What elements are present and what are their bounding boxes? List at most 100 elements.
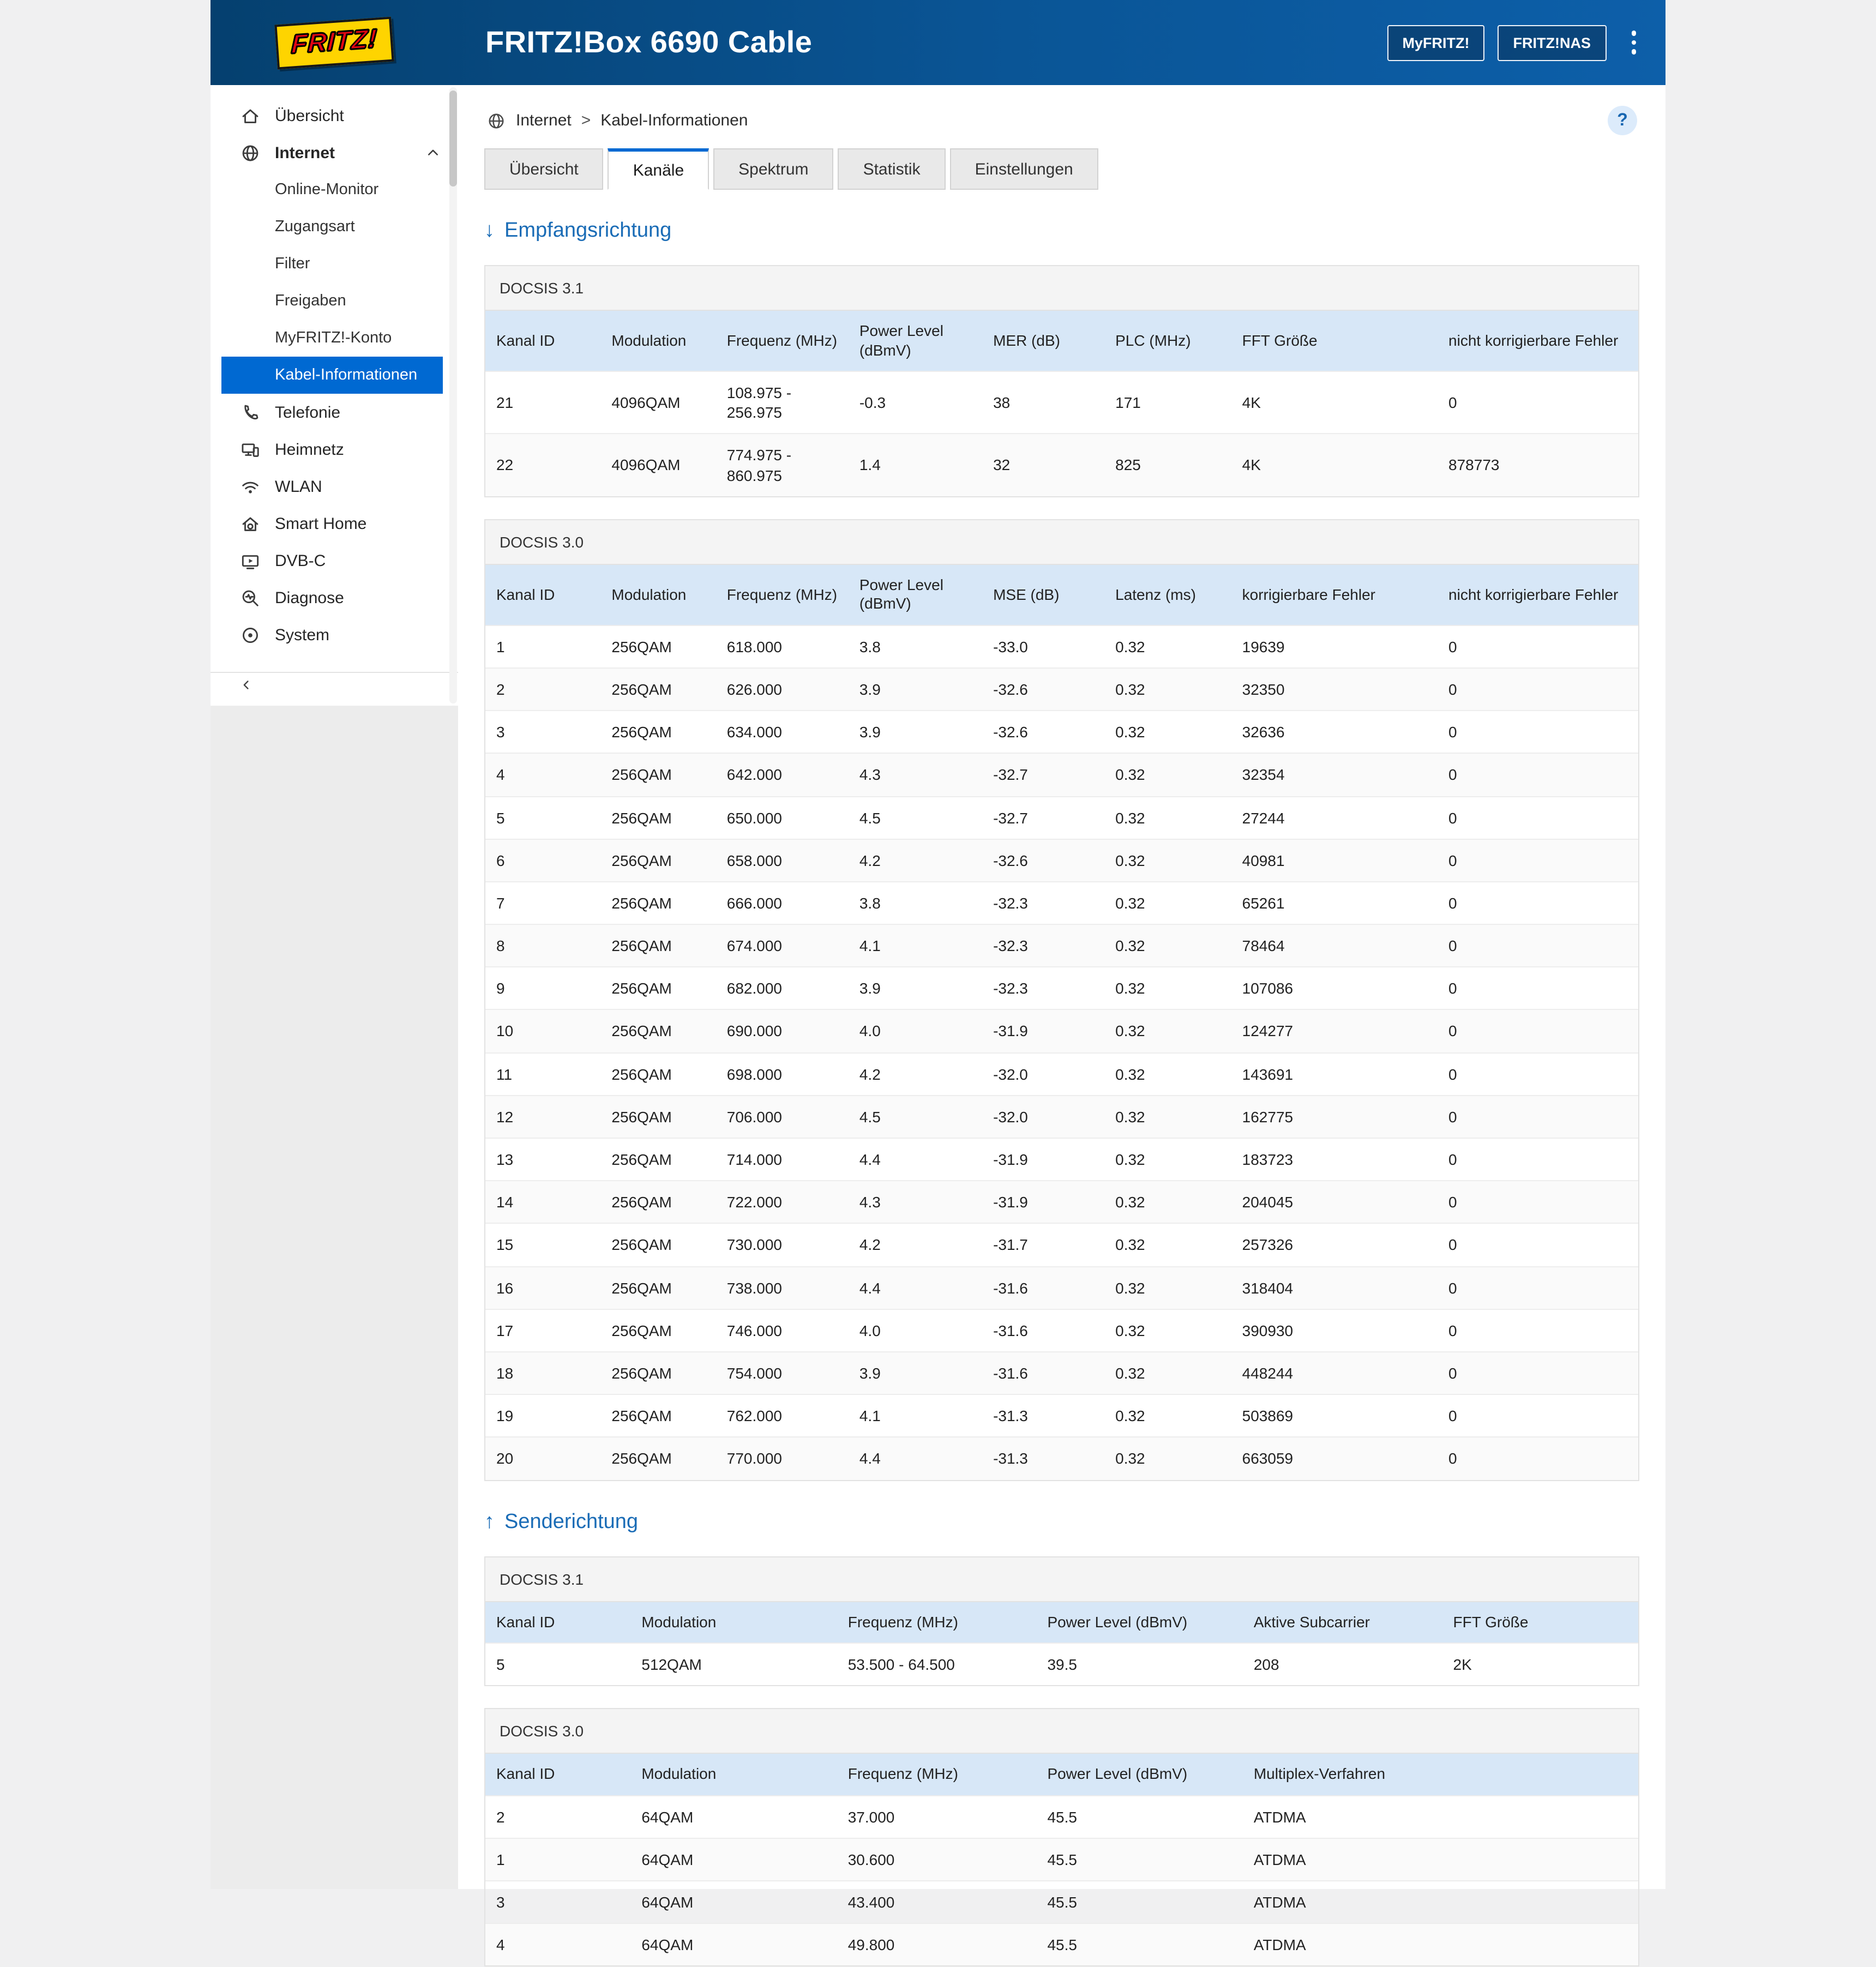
table-cell: 878773 — [1438, 434, 1638, 496]
breadcrumb-internet[interactable]: Internet — [516, 111, 572, 130]
upstream-docsis30-table: Kanal IDModulationFrequenz (MHz)Power Le… — [485, 1754, 1638, 1966]
table-cell: 64QAM — [630, 1838, 837, 1881]
tab-bar: Übersicht Kanäle Spektrum Statistik Eins… — [484, 148, 1639, 190]
table-cell: 3.9 — [849, 668, 982, 711]
sidebar-item-kabel-informationen[interactable]: Kabel-Informationen — [221, 357, 443, 394]
table-cell: 18 — [485, 1352, 600, 1394]
table-cell: 4 — [485, 754, 600, 796]
sidebar-item-heimnetz[interactable]: Heimnetz — [211, 431, 458, 468]
table-cell: 19 — [485, 1394, 600, 1437]
table-cell: 21 — [485, 371, 600, 434]
sidebar-item-diagnose[interactable]: Diagnose — [211, 579, 458, 616]
sidebar-item-zugangsart[interactable]: Zugangsart — [211, 208, 458, 245]
myfritz-button[interactable]: MyFRITZ! — [1387, 25, 1485, 61]
table-cell: 0.32 — [1104, 1138, 1231, 1181]
sidebar-item-internet[interactable]: Internet — [211, 134, 458, 171]
table-cell: ATDMA — [1243, 1838, 1638, 1881]
downstream-docsis30-table: Kanal IDModulationFrequenz (MHz)Power Le… — [485, 565, 1638, 1480]
table-cell: 45.5 — [1036, 1881, 1242, 1923]
table-cell: 256QAM — [600, 882, 715, 924]
sidebar-item-smart-home[interactable]: Smart Home — [211, 505, 458, 542]
column-header: korrigierbare Fehler — [1231, 565, 1438, 625]
page: FRITZ! FRITZ!Box 6690 Cable MyFRITZ! FRI… — [0, 0, 1876, 1888]
column-header-row: Kanal IDModulationFrequenz (MHz)Power Le… — [485, 1602, 1638, 1643]
table-cell: 2K — [1442, 1643, 1638, 1685]
fritz-logo-text: FRITZ! — [291, 23, 378, 60]
table-row: 18256QAM754.0003.9-31.60.324482440 — [485, 1352, 1638, 1394]
table-cell: 143691 — [1231, 1052, 1438, 1095]
table-cell: 3.8 — [849, 625, 982, 668]
sidebar-item-telefonie[interactable]: Telefonie — [211, 394, 458, 431]
table-cell: -32.6 — [982, 711, 1104, 753]
help-button[interactable]: ? — [1608, 106, 1637, 135]
sidebar-item-filter[interactable]: Filter — [211, 245, 458, 282]
sidebar-item-dvb-c[interactable]: DVB-C — [211, 542, 458, 579]
table-row: 6256QAM658.0004.2-32.60.32409810 — [485, 839, 1638, 881]
fritznas-button[interactable]: FRITZ!NAS — [1498, 25, 1607, 61]
table-cell: 45.5 — [1036, 1838, 1242, 1881]
sidebar-collapse-icon[interactable] — [211, 673, 458, 697]
table-cell: 183723 — [1231, 1138, 1438, 1181]
table-row: 3256QAM634.0003.9-32.60.32326360 — [485, 711, 1638, 753]
column-header: Multiplex-Verfahren — [1243, 1754, 1638, 1795]
table-cell: 4 — [485, 1924, 630, 1966]
table-cell: 256QAM — [600, 1096, 715, 1138]
column-header: nicht korrigierbare Fehler — [1438, 565, 1638, 625]
table-cell: 256QAM — [600, 967, 715, 1010]
table-cell: 0.32 — [1104, 625, 1231, 668]
downstream-heading-label: Empfangsrichtung — [504, 219, 671, 243]
table-cell: 0 — [1438, 371, 1638, 434]
table-cell: 257326 — [1231, 1224, 1438, 1266]
table-row: 5256QAM650.0004.5-32.70.32272440 — [485, 796, 1638, 839]
fritz-logo[interactable]: FRITZ! — [274, 16, 394, 69]
sidebar-item-freigaben[interactable]: Freigaben — [211, 282, 458, 320]
table-cell: 663059 — [1231, 1437, 1438, 1479]
table-cell: 674.000 — [716, 924, 849, 967]
sidebar-scrollbar[interactable] — [449, 87, 457, 703]
table-cell: 503869 — [1231, 1394, 1438, 1437]
tab-statistik[interactable]: Statistik — [838, 148, 946, 190]
sidebar-item-online-monitor[interactable]: Online-Monitor — [211, 171, 458, 208]
table-cell: 4.5 — [849, 1096, 982, 1138]
table-cell: 4.5 — [849, 796, 982, 839]
sidebar-scrollbar-thumb[interactable] — [449, 91, 457, 187]
breadcrumb: Internet > Kabel-Informationen ? — [484, 99, 1639, 137]
tab-einstellungen[interactable]: Einstellungen — [950, 148, 1098, 190]
sidebar-item-system[interactable]: System — [211, 616, 458, 653]
table-cell: 4.1 — [849, 924, 982, 967]
table-cell: 4.2 — [849, 839, 982, 881]
column-header: MER (dB) — [982, 311, 1104, 371]
table-cell: 0 — [1438, 1224, 1638, 1266]
home-icon — [239, 105, 261, 127]
arrow-down-icon: ↓ — [484, 219, 495, 243]
system-icon — [239, 624, 261, 646]
table-row: 15256QAM730.0004.2-31.70.322573260 — [485, 1224, 1638, 1266]
table-cell: 208 — [1243, 1643, 1442, 1685]
table-cell: -33.0 — [982, 625, 1104, 668]
column-header: Frequenz (MHz) — [837, 1602, 1037, 1643]
table-cell: 0.32 — [1104, 1394, 1231, 1437]
table-cell: ATDMA — [1243, 1795, 1638, 1838]
tab-spektrum[interactable]: Spektrum — [713, 148, 833, 190]
table-row: 16256QAM738.0004.4-31.60.323184040 — [485, 1266, 1638, 1309]
devices-icon — [239, 438, 261, 460]
column-header-row: Kanal IDModulationFrequenz (MHz)Power Le… — [485, 1754, 1638, 1795]
upstream-docsis31-block: DOCSIS 3.1 Kanal IDModulationFrequenz (M… — [484, 1556, 1639, 1686]
table-cell: -32.6 — [982, 668, 1104, 711]
table-cell: 256QAM — [600, 839, 715, 881]
tab-uebersicht[interactable]: Übersicht — [484, 148, 604, 190]
table-cell: 825 — [1104, 434, 1231, 496]
sidebar-item-myfritz-konto[interactable]: MyFRITZ!-Konto — [211, 320, 458, 357]
sidebar-item-wlan[interactable]: WLAN — [211, 468, 458, 505]
table-row: 8256QAM674.0004.1-32.30.32784640 — [485, 924, 1638, 967]
table-cell: 690.000 — [716, 1010, 849, 1052]
table-cell: -31.6 — [982, 1309, 1104, 1352]
table-cell: 256QAM — [600, 1010, 715, 1052]
table-cell: 39.5 — [1036, 1643, 1242, 1685]
table-cell: 774.975 - 860.975 — [716, 434, 849, 496]
table-cell: -31.7 — [982, 1224, 1104, 1266]
tab-kanaele[interactable]: Kanäle — [608, 148, 709, 190]
table-cell: 256QAM — [600, 711, 715, 753]
sidebar-item-uebersicht[interactable]: Übersicht — [211, 97, 458, 134]
kebab-menu-icon[interactable] — [1624, 27, 1644, 59]
